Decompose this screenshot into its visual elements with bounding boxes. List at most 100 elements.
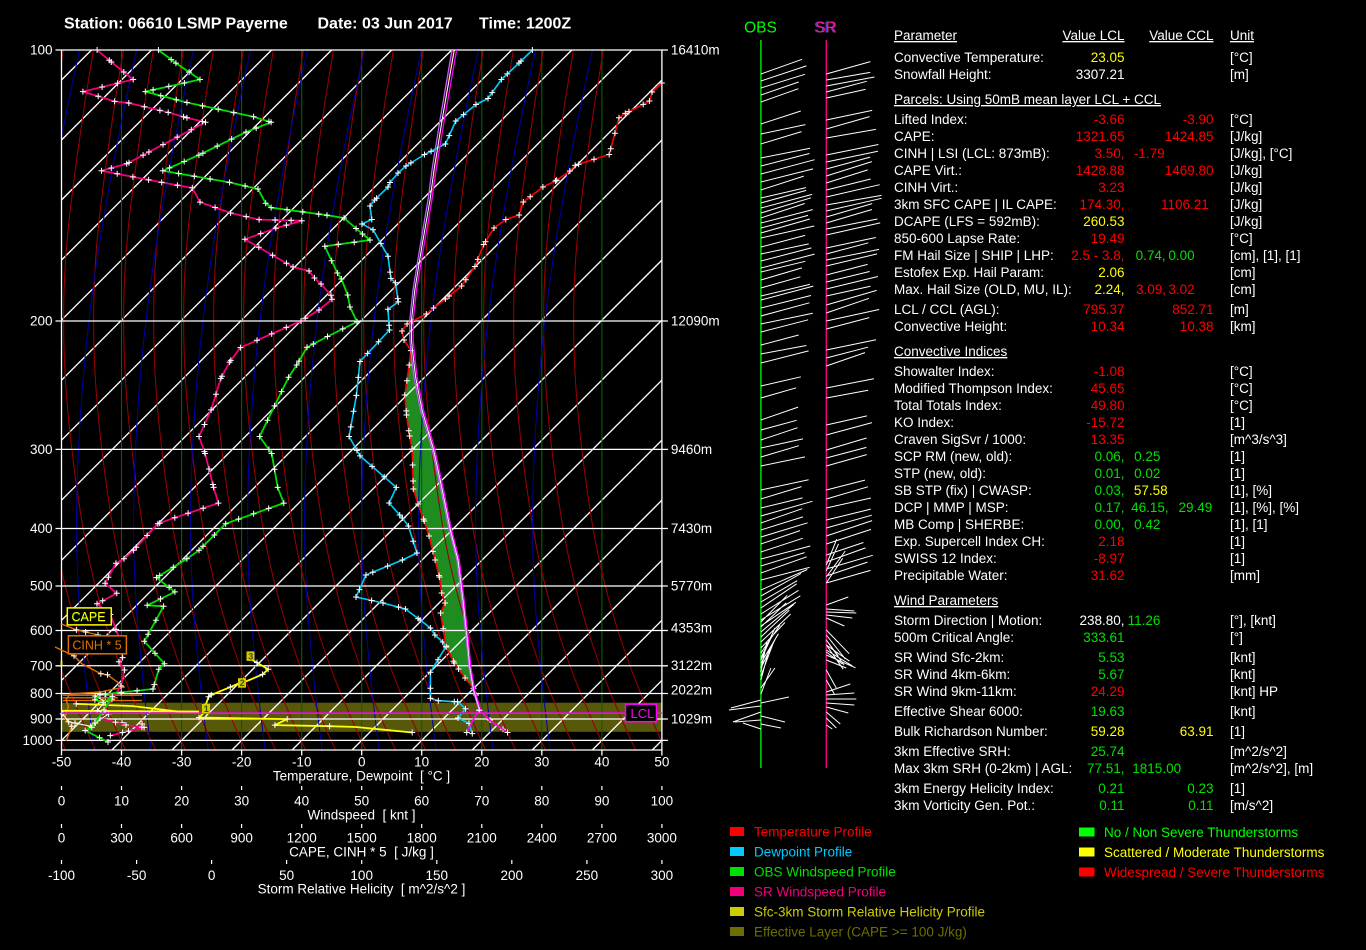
svg-text:1321.65: 1321.65 xyxy=(1076,129,1125,144)
svg-text:1500: 1500 xyxy=(347,831,377,846)
svg-text:Temperature Profile: Temperature Profile xyxy=(754,825,872,840)
svg-text:[°C]: [°C] xyxy=(1230,398,1253,413)
svg-text:DCAPE (LFS = 592mB):: DCAPE (LFS = 592mB): xyxy=(894,214,1040,229)
svg-text:[km]: [km] xyxy=(1230,319,1256,334)
svg-text:3122m: 3122m xyxy=(671,658,712,673)
svg-text:OBS Windspeed Profile: OBS Windspeed Profile xyxy=(754,865,896,880)
svg-text:CAPE Virt.:: CAPE Virt.: xyxy=(894,163,962,178)
svg-text:CAPE: CAPE xyxy=(72,610,106,624)
svg-text:0.25: 0.25 xyxy=(1134,449,1160,464)
svg-text:57.58: 57.58 xyxy=(1134,483,1168,498)
svg-text:-20: -20 xyxy=(232,755,252,770)
svg-text:DCP | MMP | MSP:: DCP | MMP | MSP: xyxy=(894,500,1009,515)
svg-text:CINH | LSI (LCL: 873mB):: CINH | LSI (LCL: 873mB): xyxy=(894,146,1050,161)
svg-text:2: 2 xyxy=(240,678,245,688)
svg-text:[cm]: [cm] xyxy=(1230,282,1256,297)
svg-text:300: 300 xyxy=(30,442,53,457)
svg-text:31.62: 31.62 xyxy=(1091,568,1125,583)
svg-text:20: 20 xyxy=(474,755,489,770)
svg-text:5770m: 5770m xyxy=(671,579,712,594)
svg-text:[J/kg]: [J/kg] xyxy=(1230,129,1262,144)
svg-text:[1]: [1] xyxy=(1230,415,1245,430)
svg-text:0.02: 0.02 xyxy=(1134,466,1160,481)
svg-text:25.74: 25.74 xyxy=(1091,744,1125,759)
svg-text:3000: 3000 xyxy=(647,831,677,846)
svg-text:3.02: 3.02 xyxy=(1168,282,1194,297)
svg-text:500: 500 xyxy=(30,579,53,594)
svg-text:2100: 2100 xyxy=(467,831,497,846)
svg-text:-10: -10 xyxy=(292,755,312,770)
svg-text:90: 90 xyxy=(594,794,609,809)
svg-text:600: 600 xyxy=(30,623,53,638)
svg-text:Temperature, Dewpoint [ °C ]: Temperature, Dewpoint [ °C ] xyxy=(273,769,450,784)
svg-text:0.74,: 0.74, xyxy=(1136,248,1166,263)
svg-text:Max 3km SRH (0-2km) | AGL:: Max 3km SRH (0-2km) | AGL: xyxy=(894,761,1072,776)
svg-text:0: 0 xyxy=(58,794,66,809)
svg-text:4353m: 4353m xyxy=(671,620,712,635)
svg-text:7430m: 7430m xyxy=(671,521,712,536)
svg-text:Snowfall Height:: Snowfall Height: xyxy=(894,67,992,82)
svg-text:[1]: [1] xyxy=(1230,466,1245,481)
svg-text:[J/kg]: [J/kg] xyxy=(1230,180,1262,195)
svg-text:[°C]: [°C] xyxy=(1230,364,1253,379)
svg-text:[°C]: [°C] xyxy=(1230,381,1253,396)
svg-text:0.11: 0.11 xyxy=(1099,798,1124,813)
svg-text:-3.90: -3.90 xyxy=(1183,112,1214,127)
svg-text:-1.08: -1.08 xyxy=(1094,364,1125,379)
svg-text:3.09,: 3.09, xyxy=(1136,282,1166,297)
svg-text:1428.88: 1428.88 xyxy=(1076,163,1125,178)
svg-text:SCP RM (new, old):: SCP RM (new, old): xyxy=(894,449,1012,464)
svg-text:1424.85: 1424.85 xyxy=(1165,129,1214,144)
svg-text:Wind Parameters: Wind Parameters xyxy=(894,593,999,608)
svg-text:Time: 1200Z: Time: 1200Z xyxy=(479,16,571,33)
svg-text:10.34: 10.34 xyxy=(1091,319,1125,334)
svg-text:600: 600 xyxy=(170,831,193,846)
svg-text:LCL: LCL xyxy=(631,706,655,721)
svg-text:333.61: 333.61 xyxy=(1083,630,1124,645)
svg-text:9460m: 9460m xyxy=(671,442,712,457)
svg-text:[m]: [m] xyxy=(1230,67,1249,82)
svg-text:[°C]: [°C] xyxy=(1230,112,1253,127)
svg-text:STP (new, old):: STP (new, old): xyxy=(894,466,986,481)
svg-text:0.21: 0.21 xyxy=(1098,781,1124,796)
svg-text:12090m: 12090m xyxy=(671,314,720,329)
svg-text:795.37: 795.37 xyxy=(1083,302,1124,317)
svg-text:5.53: 5.53 xyxy=(1098,650,1124,665)
svg-text:2700: 2700 xyxy=(587,831,617,846)
svg-text:Widespread / Severe Thundersto: Widespread / Severe Thunderstorms xyxy=(1104,865,1325,880)
svg-text:SR: SR xyxy=(815,20,837,37)
svg-text:0: 0 xyxy=(358,755,366,770)
svg-text:-50: -50 xyxy=(52,755,72,770)
svg-text:Storm Direction | Motion:: Storm Direction | Motion: xyxy=(894,613,1042,628)
svg-text:Effective Shear 6000:: Effective Shear 6000: xyxy=(894,704,1023,719)
svg-text:3.23: 3.23 xyxy=(1098,180,1124,195)
svg-text:-40: -40 xyxy=(112,755,132,770)
svg-text:800: 800 xyxy=(30,686,53,701)
svg-text:238.80,: 238.80, xyxy=(1079,613,1124,628)
svg-text:[mm]: [mm] xyxy=(1230,568,1260,583)
svg-text:Parcels: Using 50mB mean layer: Parcels: Using 50mB mean layer LCL + CCL xyxy=(894,92,1161,107)
svg-text:[m/s^2]: [m/s^2] xyxy=(1230,798,1273,813)
svg-text:2.24,: 2.24, xyxy=(1094,282,1124,297)
svg-text:46.15,: 46.15, xyxy=(1131,500,1169,515)
svg-text:-15.72: -15.72 xyxy=(1086,415,1124,430)
svg-text:0.00: 0.00 xyxy=(1168,248,1194,263)
svg-text:0: 0 xyxy=(58,831,66,846)
svg-text:Value CCL: Value CCL xyxy=(1149,28,1214,43)
svg-text:1469.80: 1469.80 xyxy=(1165,163,1214,178)
svg-text:30: 30 xyxy=(534,755,549,770)
svg-text:900: 900 xyxy=(30,712,53,727)
svg-text:3.50,: 3.50, xyxy=(1094,146,1124,161)
svg-text:900: 900 xyxy=(230,831,253,846)
svg-text:[knt]: [knt] xyxy=(1230,704,1256,719)
svg-text:Craven SigSvr / 1000:: Craven SigSvr / 1000: xyxy=(894,432,1026,447)
svg-text:Showalter Index:: Showalter Index: xyxy=(894,364,995,379)
svg-text:2022m: 2022m xyxy=(671,683,712,698)
svg-text:1200: 1200 xyxy=(287,831,317,846)
svg-text:Parameter: Parameter xyxy=(894,28,958,43)
svg-text:No / Non Severe Thunderstorms: No / Non Severe Thunderstorms xyxy=(1104,825,1298,840)
svg-text:0.17,: 0.17, xyxy=(1094,500,1124,515)
svg-text:10: 10 xyxy=(114,794,129,809)
svg-text:Estofex Exp. Hail Param:: Estofex Exp. Hail Param: xyxy=(894,265,1044,280)
svg-text:16410m: 16410m xyxy=(671,43,720,58)
